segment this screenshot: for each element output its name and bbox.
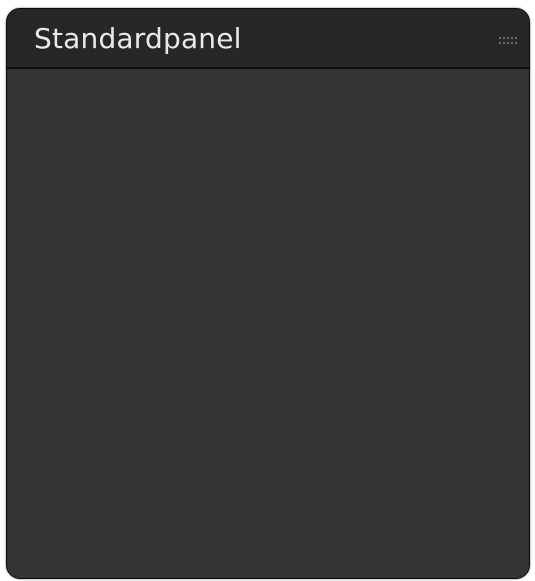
panel-body (7, 69, 529, 578)
panel-titlebar[interactable]: Standardpanel (7, 9, 529, 69)
drag-handle-icon[interactable] (499, 35, 517, 47)
panel-title: Standardpanel (34, 22, 242, 55)
standard-panel: Standardpanel (6, 8, 530, 579)
